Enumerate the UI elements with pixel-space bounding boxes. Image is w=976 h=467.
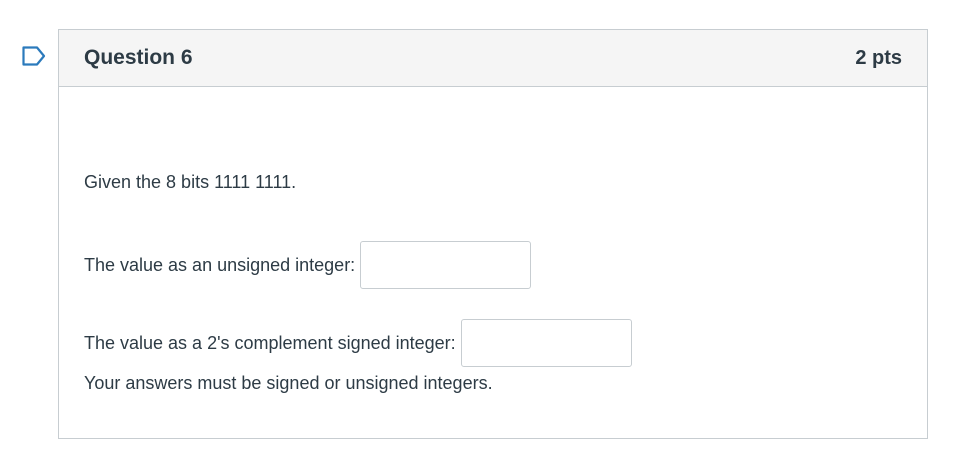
unsigned-label: The value as an unsigned integer:: [84, 254, 356, 275]
question-points: 2 pts: [855, 46, 902, 69]
question-card: Question 6 2 pts Given the 8 bits 1111 1…: [58, 29, 928, 439]
signed-label: The value as a 2's complement signed int…: [84, 332, 456, 353]
unsigned-answer-input[interactable]: [360, 241, 532, 289]
answer-note: Your answers must be signed or unsigned …: [84, 373, 493, 393]
unsigned-answer-row: The value as an unsigned integer:: [84, 241, 532, 289]
question-title: Question 6: [84, 46, 193, 69]
question-prompt: Given the 8 bits 1111 1111.: [84, 172, 297, 192]
signed-answer-input[interactable]: [460, 319, 632, 367]
flag-question-icon[interactable]: [22, 46, 46, 66]
question-header: Question 6 2 pts: [59, 30, 927, 87]
signed-answer-row: The value as a 2's complement signed int…: [84, 319, 632, 367]
